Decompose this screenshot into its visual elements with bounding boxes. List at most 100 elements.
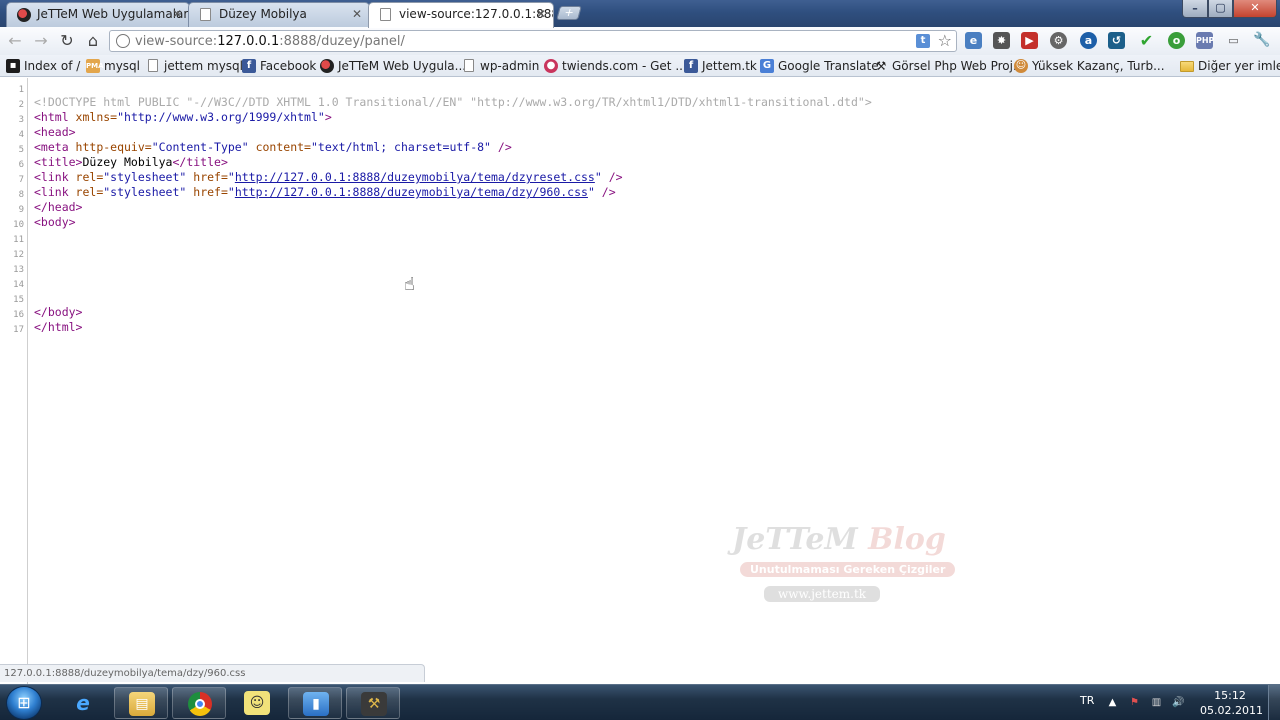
twiends-icon: ● bbox=[544, 59, 558, 73]
line-number: 2 bbox=[18, 100, 24, 110]
new-tab-button[interactable]: + bbox=[556, 6, 582, 20]
view-source-content: 1 2 3 4 5 6 7 8 9 10 11 12 13 14 15 16 1… bbox=[0, 78, 1280, 684]
tab-view-source[interactable]: view-source:127.0.0.1:8888... ✕ bbox=[368, 2, 554, 28]
minimize-button[interactable]: – bbox=[1182, 0, 1208, 18]
chrome-icon bbox=[188, 692, 212, 716]
line-number: 5 bbox=[18, 145, 24, 155]
taskbar-chrome[interactable] bbox=[172, 687, 226, 719]
tab-jettem[interactable]: JeTTeM Web Uygulamaları ✕ bbox=[6, 2, 190, 27]
jettem-icon bbox=[320, 59, 334, 73]
start-button[interactable]: ⊞ bbox=[6, 686, 42, 720]
windows-taskbar: ⊞ e ▤ ☺ ▮ ⚒ TR ▲ ⚑ ▥ 🔊 15:12 05.02.2011 bbox=[0, 684, 1280, 720]
stylesheet-link-960[interactable]: http://127.0.0.1:8888/duzeymobilya/tema/… bbox=[235, 185, 588, 199]
address-url[interactable]: view-source:127.0.0.1:8888/duzey/panel/ bbox=[135, 34, 405, 49]
action-center-icon[interactable]: ⚑ bbox=[1128, 696, 1141, 709]
close-tab-icon[interactable]: ✕ bbox=[172, 3, 182, 25]
stylesheet-link-dzyreset[interactable]: http://127.0.0.1:8888/duzeymobilya/tema/… bbox=[235, 170, 595, 184]
line-number: 14 bbox=[13, 280, 24, 290]
tool-icon: ⚒ bbox=[361, 692, 387, 716]
forward-arrow-icon[interactable]: → bbox=[30, 31, 52, 51]
maximize-icon: ▢ bbox=[1215, 1, 1226, 14]
reload-icon[interactable]: ↻ bbox=[56, 31, 78, 51]
extension-icon[interactable]: ↺ bbox=[1108, 32, 1125, 49]
clock-date: 05.02.2011 bbox=[1200, 704, 1263, 717]
bookmark-facebook[interactable]: f Facebook bbox=[242, 58, 316, 74]
line-number: 16 bbox=[13, 310, 24, 320]
settings-extension-icon[interactable]: ⚙ bbox=[1050, 32, 1067, 49]
back-arrow-icon[interactable]: ← bbox=[4, 31, 26, 51]
line-number: 13 bbox=[13, 265, 24, 275]
other-bookmarks-folder[interactable]: Diğer yer imleri bbox=[1180, 58, 1280, 74]
line-number: 8 bbox=[18, 190, 24, 200]
source-line-body-open: <body> bbox=[34, 215, 76, 229]
close-window-button[interactable]: ✕ bbox=[1233, 0, 1277, 18]
extension-bug-icon[interactable]: ✸ bbox=[993, 32, 1010, 49]
bookmark-wp-admin[interactable]: wp-admin bbox=[462, 58, 539, 74]
tab-duzey-mobilya[interactable]: Düzey Mobilya ✕ bbox=[188, 2, 370, 27]
close-tab-icon[interactable]: ✕ bbox=[536, 3, 546, 25]
extension-icon[interactable]: e bbox=[965, 32, 982, 49]
bookmark-index-of[interactable]: ▪ Index of / bbox=[6, 58, 80, 74]
page-action-icon[interactable]: t bbox=[916, 34, 930, 48]
language-indicator[interactable]: TR bbox=[1080, 694, 1094, 707]
source-line-head-close: </head> bbox=[34, 200, 83, 214]
source-line-head-open: <head> bbox=[34, 125, 76, 139]
bookmark-jettem-web[interactable]: JeTTeM Web Uygula... bbox=[320, 58, 466, 74]
line-number: 3 bbox=[18, 115, 24, 125]
bookmark-gorsel-php[interactable]: ⚒ Görsel Php Web Proj... bbox=[874, 58, 1025, 74]
volume-icon[interactable]: 🔊 bbox=[1172, 696, 1185, 709]
terminal-icon: ▪ bbox=[6, 59, 20, 73]
line-number: 9 bbox=[18, 205, 24, 215]
translate-icon: G bbox=[760, 59, 774, 73]
extension-icon[interactable]: a bbox=[1080, 32, 1097, 49]
bookmark-google-translate[interactable]: G Google Translate bbox=[760, 58, 879, 74]
page-icon bbox=[464, 59, 474, 72]
line-number: 4 bbox=[18, 130, 24, 140]
bookmark-mysql[interactable]: PMA mysql bbox=[86, 58, 140, 74]
show-hidden-icons-icon[interactable]: ▲ bbox=[1106, 696, 1119, 709]
browser-toolbar: ← → ↻ ⌂ view-source:127.0.0.1:8888/duzey… bbox=[0, 27, 1280, 55]
bookmark-yuksek-kazanc[interactable]: ☺ Yüksek Kazanç, Turb... bbox=[1014, 58, 1165, 74]
taskbar-tool[interactable]: ⚒ bbox=[346, 687, 400, 719]
star-icon[interactable]: ☆ bbox=[938, 31, 952, 50]
home-icon[interactable]: ⌂ bbox=[82, 31, 104, 51]
close-icon: ✕ bbox=[1250, 1, 1260, 14]
watermark-subtitle: Unutulmaması Gereken Çizgiler bbox=[740, 562, 956, 577]
compass-icon: ⚒ bbox=[875, 59, 887, 73]
monkey-icon: ☺ bbox=[1014, 59, 1028, 73]
source-line-link-reset: <link rel="stylesheet" href="http://127.… bbox=[34, 170, 623, 184]
bookmark-twiends[interactable]: ● twiends.com - Get ... bbox=[544, 58, 687, 74]
php-extension-icon[interactable]: PHP bbox=[1196, 32, 1214, 49]
page-favicon-icon bbox=[200, 8, 211, 21]
extension-icon[interactable]: o bbox=[1168, 32, 1185, 49]
show-desktop-button[interactable] bbox=[1268, 685, 1280, 720]
line-number: 6 bbox=[18, 160, 24, 170]
line-number: 12 bbox=[13, 250, 24, 260]
close-tab-icon[interactable]: ✕ bbox=[352, 3, 362, 25]
page-favicon-icon bbox=[380, 8, 391, 21]
page-menu-icon[interactable]: ▭ bbox=[1225, 32, 1242, 49]
network-icon[interactable]: ▥ bbox=[1150, 696, 1163, 709]
maximize-button[interactable]: ▢ bbox=[1208, 0, 1233, 18]
notepad-icon: ☺ bbox=[244, 691, 270, 715]
tab-title: view-source:127.0.0.1:8888... bbox=[399, 7, 553, 21]
taskbar-document[interactable]: ▮ bbox=[288, 687, 342, 719]
bookmark-jettem-mysql[interactable]: jettem mysql bbox=[146, 58, 243, 74]
watermark-url: www.jettem.tk bbox=[764, 586, 881, 602]
document-icon: ▮ bbox=[303, 692, 329, 716]
bookmark-jettem-tk[interactable]: f Jettem.tk bbox=[684, 58, 757, 74]
status-bubble: 127.0.0.1:8888/duzeymobilya/tema/dzy/960… bbox=[0, 664, 425, 682]
youtube-extension-icon[interactable]: ▶ bbox=[1021, 32, 1038, 49]
taskbar-notepad[interactable]: ☺ bbox=[230, 687, 284, 719]
address-bar[interactable]: view-source:127.0.0.1:8888/duzey/panel/ … bbox=[109, 30, 957, 52]
clock-time: 15:12 bbox=[1214, 689, 1246, 702]
windows-explorer-icon: ▤ bbox=[129, 692, 155, 716]
check-icon[interactable]: ✔ bbox=[1138, 32, 1155, 49]
taskbar-internet-explorer[interactable]: e bbox=[56, 687, 110, 719]
wrench-icon[interactable]: 🔧 bbox=[1253, 32, 1270, 49]
title-bar: JeTTeM Web Uygulamaları ✕ Düzey Mobilya … bbox=[0, 0, 1280, 28]
system-clock[interactable]: 15:12 05.02.2011 bbox=[1200, 688, 1263, 718]
line-number: 7 bbox=[18, 175, 24, 185]
taskbar-windows-explorer[interactable]: ▤ bbox=[114, 687, 168, 719]
source-line-body-close: </body> bbox=[34, 305, 83, 319]
